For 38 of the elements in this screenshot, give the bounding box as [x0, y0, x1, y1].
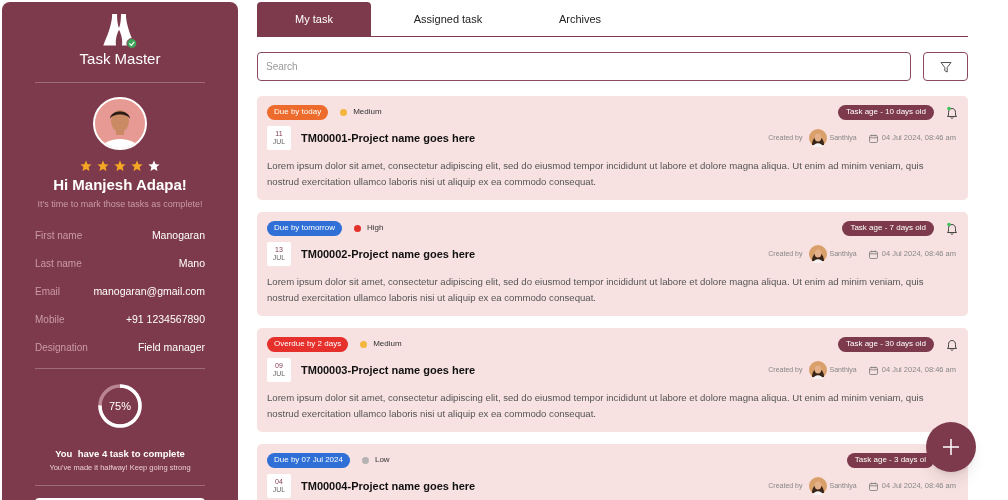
tab[interactable]: My task: [257, 2, 371, 36]
search-field[interactable]: Search: [257, 52, 911, 81]
priority-label: High: [366, 222, 384, 234]
field-label: Email: [35, 284, 60, 299]
task-description: Lorem ipsum dolor sit amet, consectetur adipiscing elit, sed do eiusmod tempor incididunt ut labore et dolore magna aliqua. Ut enim ad minim veniam, quis nostrud exercitation ullamco laboris nisi ut aliquip ex ea commodo consequat.: [267, 275, 925, 305]
field-label: Designation: [35, 340, 88, 355]
greeting-heading: Hi Manjesh Adapa!: [53, 175, 187, 196]
due-badge: Due by today: [267, 104, 329, 120]
priority-label: Medium: [353, 106, 382, 118]
task-title: TM00003-Project name goes here: [301, 362, 476, 378]
task-description: Lorem ipsum dolor sit amet, consectetur adipiscing elit, sed do eiusmod tempor incididunt ut labore et dolore magna aliqua. Ut enim ad minim veniam, quis nostrud exercitation ullamco laboris nisi ut aliquip ex ea commodo consequat.: [267, 391, 925, 421]
priority-label: Low: [374, 454, 390, 466]
due-badge: Due by 07 Jul 2024: [267, 452, 350, 468]
task-description: Lorem ipsum dolor sit amet, consectetur adipiscing elit, sed do eiusmod tempor incididunt ut labore et dolore magna aliqua. Ut enim ad minim veniam, quis nostrud exercitation ullamco laboris nisi ut aliquip ex ea commodo consequat.: [267, 159, 925, 189]
due-badge: Overdue by 2 days: [267, 336, 349, 352]
field-label: First name: [35, 228, 83, 243]
field-value: manogaran@gmail.com: [93, 283, 205, 299]
tab[interactable]: Assigned task: [371, 2, 525, 36]
tab[interactable]: Archives: [525, 2, 635, 36]
due-badge: Due by tomorrow: [267, 220, 342, 236]
field-value: +91 1234567890: [125, 311, 205, 327]
field-value: Field manager: [137, 339, 205, 355]
field-label: Last name: [35, 256, 82, 271]
field-value: Manogaran: [151, 227, 205, 243]
task-age-badge: Task age - 3 days ol: [846, 452, 934, 468]
priority-label: Medium: [373, 338, 402, 350]
task-title: TM00001-Project name goes here: [301, 130, 476, 146]
field-label: Mobile: [35, 312, 65, 327]
task-title: TM00004-Project name goes here: [301, 478, 476, 494]
greeting-subtitle: It's time to mark those tasks as complete!: [37, 198, 203, 211]
progress-title: You have 4 task to complete: [55, 448, 185, 461]
task-title: TM00002-Project name goes here: [301, 246, 476, 262]
task-age-badge: Task age - 30 days old: [837, 336, 934, 352]
task-age-badge: Task age - 10 days old: [837, 104, 934, 120]
task-age-badge: Task age - 7 days old: [842, 220, 934, 236]
field-value: Mano: [178, 255, 205, 271]
app-title: Task Master: [79, 50, 161, 69]
progress-percent: 75%: [109, 400, 131, 413]
